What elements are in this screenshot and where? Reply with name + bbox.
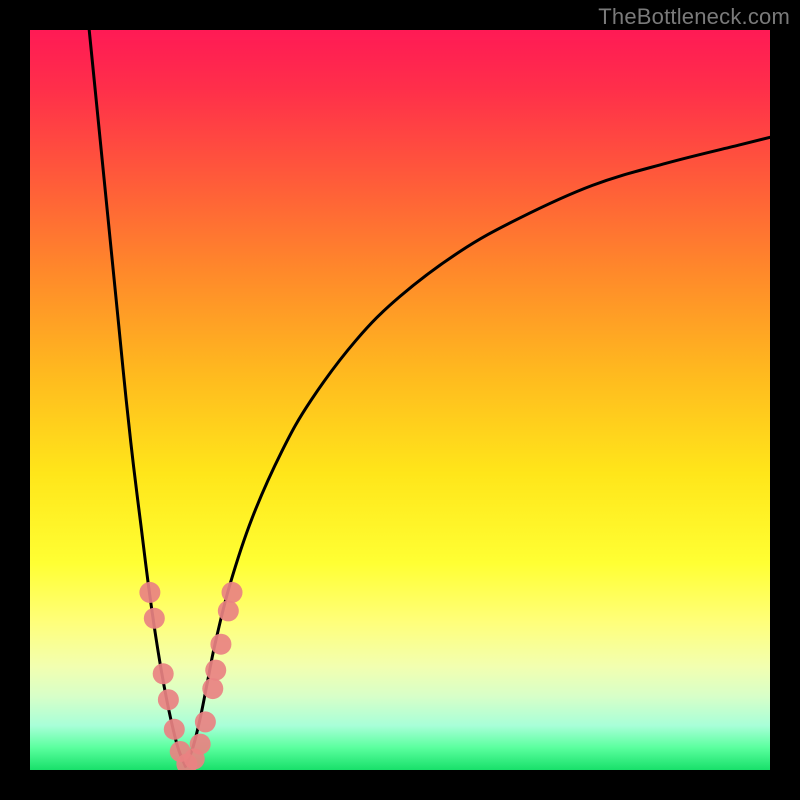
data-dot (153, 663, 174, 684)
data-dot (164, 719, 185, 740)
curve-right-branch (185, 137, 770, 766)
curve-left-branch (89, 30, 185, 766)
data-dot (190, 734, 211, 755)
chart-frame: TheBottleneck.com (0, 0, 800, 800)
curve-group (89, 30, 770, 766)
dots-group (139, 582, 242, 770)
data-dot (195, 711, 216, 732)
data-dot (158, 689, 179, 710)
data-dot (218, 600, 239, 621)
data-dot (210, 634, 231, 655)
data-dot (139, 582, 160, 603)
watermark-text: TheBottleneck.com (598, 4, 790, 30)
curve-svg (30, 30, 770, 770)
data-dot (144, 608, 165, 629)
data-dot (202, 678, 223, 699)
plot-area (30, 30, 770, 770)
data-dot (205, 660, 226, 681)
data-dot (222, 582, 243, 603)
